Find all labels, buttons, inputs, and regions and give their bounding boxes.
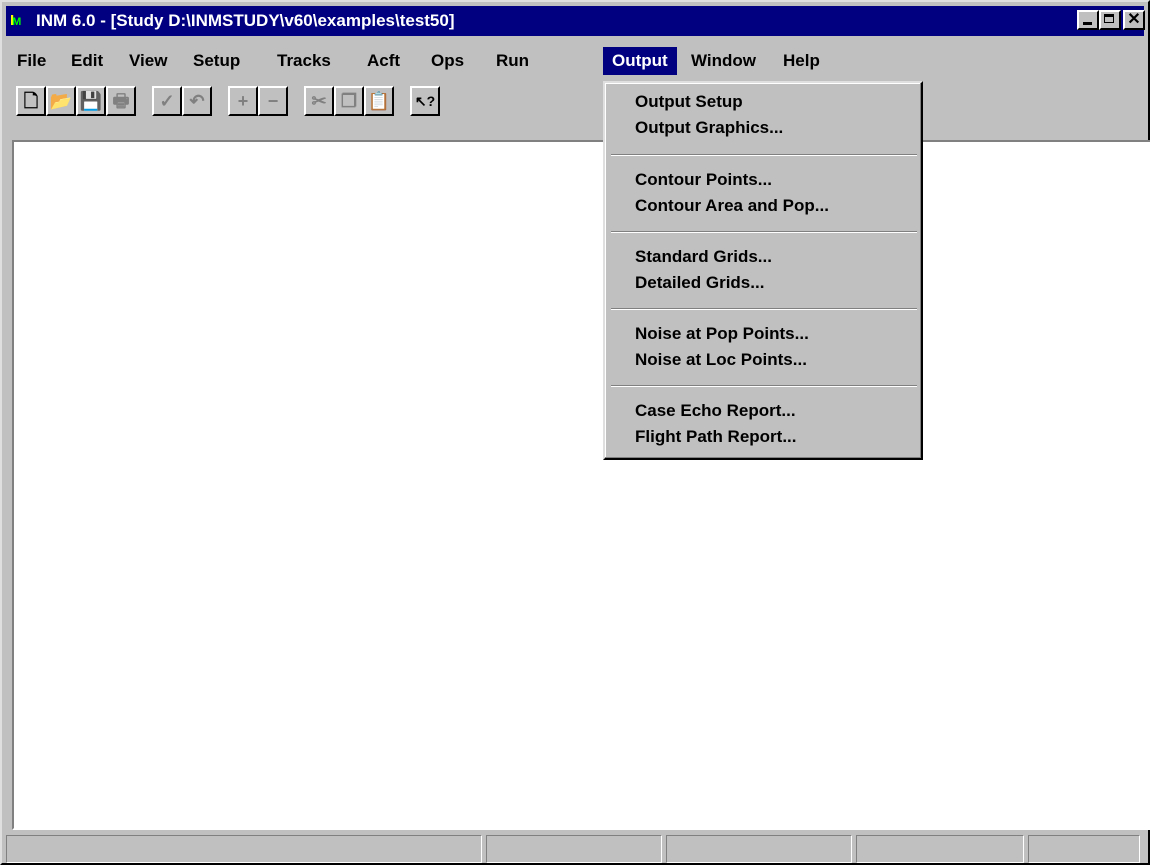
menu-item-output-graphics[interactable]: Output Graphics... — [635, 115, 783, 141]
menu-item-standard-grids[interactable]: Standard Grids... — [635, 244, 772, 270]
menu-item-flight-path-report[interactable]: Flight Path Report... — [635, 424, 797, 450]
menu-item-detailed-grids[interactable]: Detailed Grids... — [635, 270, 764, 296]
menu-setup[interactable]: Setup — [184, 47, 249, 75]
menu-item-noise-loc-points[interactable]: Noise at Loc Points... — [635, 347, 807, 373]
status-pane — [1028, 835, 1140, 863]
menu-item-output-setup[interactable]: Output Setup — [635, 89, 743, 115]
save-icon[interactable]: 💾 — [76, 86, 106, 116]
paste-icon[interactable]: 📋 — [364, 86, 394, 116]
status-pane-main — [6, 835, 482, 863]
open-icon[interactable]: 📂 — [46, 86, 76, 116]
undo-icon[interactable]: ↶ — [182, 86, 212, 116]
new-icon[interactable]: 🗋 — [16, 86, 46, 116]
title-bar[interactable]: IM INM 6.0 - [Study D:\INMSTUDY\v60\exam… — [6, 6, 1145, 36]
menu-separator — [611, 231, 917, 233]
inm-app-icon[interactable]: IM — [10, 10, 32, 32]
menu-ops[interactable]: Ops — [422, 47, 473, 75]
status-bar — [6, 832, 1148, 863]
maximize-button[interactable] — [1099, 10, 1121, 30]
menu-bar: File Edit View Setup Tracks Acft Ops Run… — [6, 46, 1144, 76]
menu-separator — [611, 154, 917, 156]
status-pane — [666, 835, 852, 863]
menu-item-contour-area-pop[interactable]: Contour Area and Pop... — [635, 193, 829, 219]
menu-item-case-echo-report[interactable]: Case Echo Report... — [635, 398, 796, 424]
menu-run[interactable]: Run — [487, 47, 538, 75]
copy-icon[interactable]: ❐ — [334, 86, 364, 116]
menu-item-contour-points[interactable]: Contour Points... — [635, 167, 772, 193]
minimize-button[interactable] — [1077, 10, 1099, 30]
status-pane — [856, 835, 1024, 863]
menu-acft[interactable]: Acft — [358, 47, 409, 75]
menu-separator — [611, 385, 917, 387]
plus-icon[interactable]: + — [228, 86, 258, 116]
output-menu-dropdown: Output Setup Output Graphics... Contour … — [603, 81, 923, 460]
menu-separator — [611, 308, 917, 310]
menu-item-noise-pop-points[interactable]: Noise at Pop Points... — [635, 321, 809, 347]
menu-window[interactable]: Window — [682, 47, 765, 75]
main-window: IM INM 6.0 - [Study D:\INMSTUDY\v60\exam… — [0, 0, 1150, 865]
toolbar: 🗋 📂 💾 🖶 ✓ ↶ + − ✂ ❐ 📋 ↖? — [6, 82, 606, 122]
menu-tracks[interactable]: Tracks — [268, 47, 340, 75]
check-icon[interactable]: ✓ — [152, 86, 182, 116]
print-icon[interactable]: 🖶 — [106, 86, 136, 116]
minus-icon[interactable]: − — [258, 86, 288, 116]
menu-help[interactable]: Help — [774, 47, 829, 75]
status-pane — [486, 835, 662, 863]
close-button[interactable]: ✕ — [1123, 10, 1145, 30]
context-help-icon[interactable]: ↖? — [410, 86, 440, 116]
menu-edit[interactable]: Edit — [62, 47, 112, 75]
workspace[interactable] — [12, 140, 1150, 830]
menu-output[interactable]: Output — [603, 47, 677, 75]
menu-view[interactable]: View — [120, 47, 176, 75]
menu-file[interactable]: File — [8, 47, 55, 75]
window-title: INM 6.0 - [Study D:\INMSTUDY\v60\example… — [36, 11, 455, 30]
cut-icon[interactable]: ✂ — [304, 86, 334, 116]
